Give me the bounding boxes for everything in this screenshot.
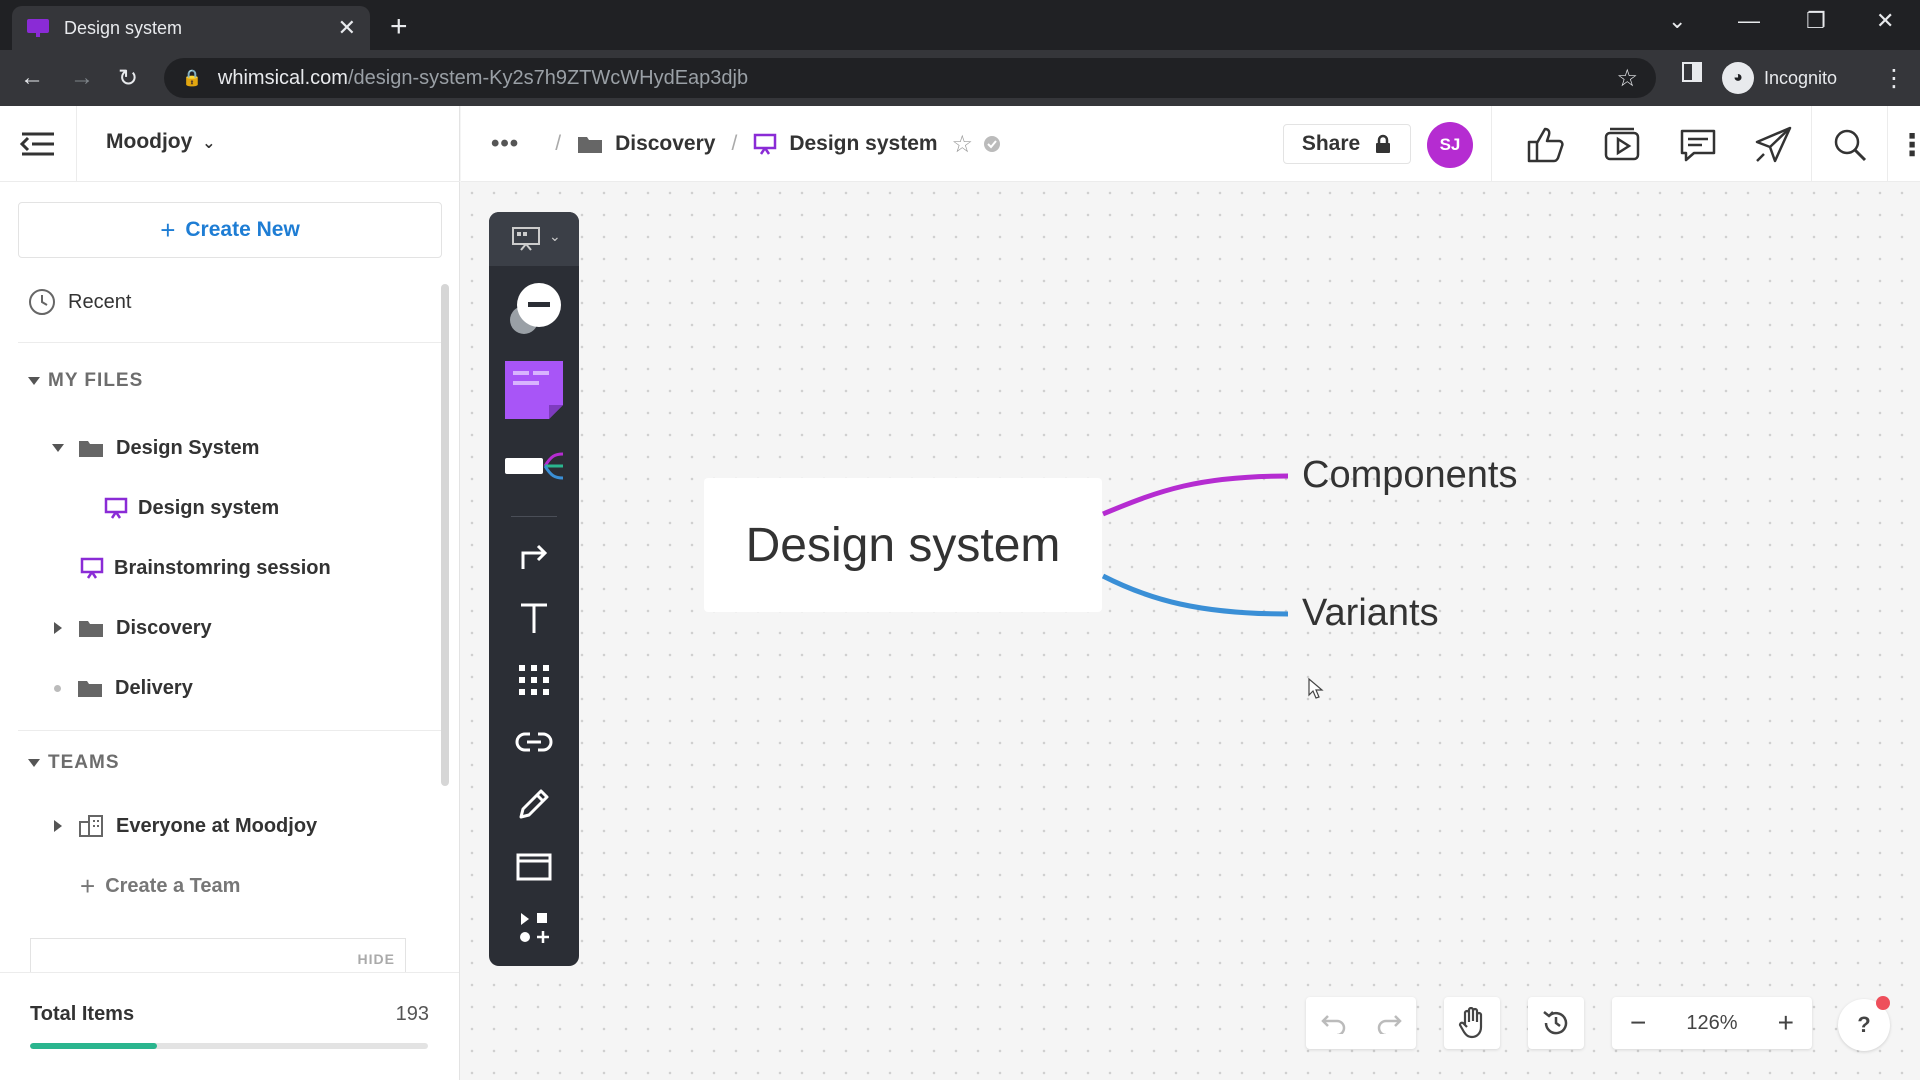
pencil-tool[interactable]: [489, 776, 579, 832]
undo-icon[interactable]: [1320, 1012, 1348, 1034]
zoom-out-icon[interactable]: −: [1630, 1007, 1646, 1039]
zoom-level[interactable]: 126%: [1686, 1012, 1737, 1035]
history-button[interactable]: [1528, 997, 1584, 1049]
text-icon: [521, 603, 547, 633]
zoom-controls: − 126% +: [1612, 997, 1812, 1049]
mindmap-icon: [505, 452, 564, 480]
whiteboard-icon: [512, 227, 540, 251]
link-icon: [515, 732, 553, 752]
chevron-down-icon: ⌄: [549, 228, 561, 244]
text-tool[interactable]: [489, 590, 579, 646]
connector-tool[interactable]: [489, 528, 579, 584]
zoom-in-icon[interactable]: +: [1778, 1007, 1794, 1039]
tool-palette: ⌄: [489, 212, 579, 966]
mindmap-node-variants[interactable]: Variants: [1302, 592, 1439, 635]
mouse-cursor-icon: [1308, 678, 1324, 699]
sticky-note-icon: [505, 361, 563, 419]
sticky-note-tool[interactable]: [489, 352, 579, 428]
pencil-icon: [519, 789, 549, 819]
mindmap-node-components[interactable]: Components: [1302, 454, 1517, 497]
grid-tool[interactable]: [489, 652, 579, 708]
shapes-icon: [510, 283, 561, 334]
history-icon: [1543, 1011, 1568, 1035]
mindmap-root-node[interactable]: Design system: [704, 478, 1102, 612]
frame-tool[interactable]: [489, 838, 579, 894]
notification-dot: [1876, 996, 1890, 1010]
divider: [511, 516, 557, 517]
hand-icon: [1458, 1007, 1483, 1039]
undo-redo-group: [1306, 997, 1416, 1049]
shapes-tool[interactable]: [489, 274, 579, 346]
more-tools-icon: [520, 913, 549, 943]
mindmap-tool[interactable]: [489, 436, 579, 496]
branch-components: [1102, 473, 1289, 517]
more-tools[interactable]: [489, 900, 579, 956]
branch-variants: [1101, 573, 1289, 617]
board-type-selector[interactable]: ⌄: [489, 212, 579, 266]
hand-tool-button[interactable]: [1444, 997, 1500, 1049]
link-tool[interactable]: [489, 714, 579, 770]
frame-icon: [516, 853, 552, 881]
grid-icon: [519, 665, 549, 695]
connector-arrow-icon: [521, 544, 548, 569]
redo-icon[interactable]: [1375, 1012, 1403, 1034]
